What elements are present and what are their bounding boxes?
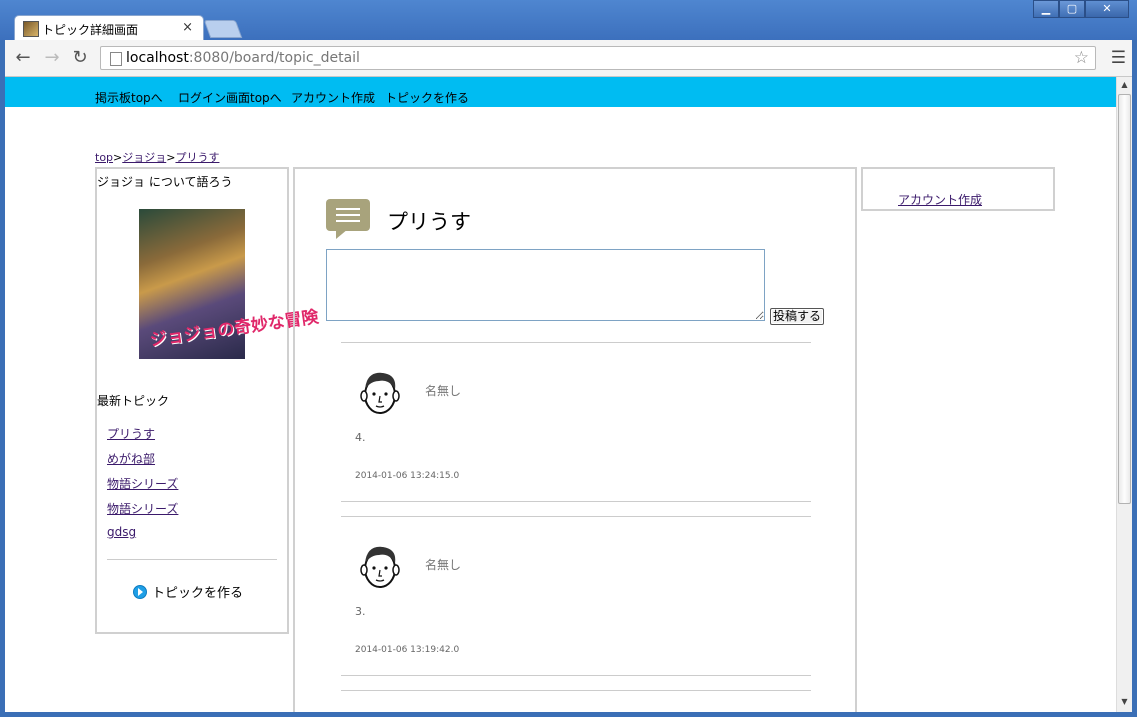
comment-item: 名無し 4. 2014-01-06 13:24:15.0 — [341, 342, 811, 502]
browser-toolbar: ← → ↻ localhost:8080/board/topic_detail … — [5, 40, 1132, 77]
nav-link-create-account[interactable]: アカウント作成 — [291, 89, 375, 106]
bookmark-star-icon[interactable]: ☆ — [1074, 48, 1089, 68]
menu-icon[interactable]: ☰ — [1111, 48, 1126, 68]
comment-body: 4. — [355, 431, 366, 444]
divider — [107, 559, 277, 560]
comment-body: 3. — [355, 605, 366, 618]
back-arrow-icon[interactable]: ← — [12, 47, 34, 69]
latest-topic-link[interactable]: めがね部 — [107, 452, 155, 466]
list-item: 物語シリーズ — [107, 500, 178, 525]
vertical-scrollbar[interactable]: ▲ ▼ — [1116, 77, 1132, 712]
scrollbar-thumb[interactable] — [1118, 94, 1131, 504]
tab-title: トピック詳細画面 — [42, 23, 139, 37]
left-sidebar: ジョジョ について語ろう ジョジョの奇妙な冒険 最新トピック プリうす めがね部… — [95, 167, 320, 634]
list-item: 物語シリーズ — [107, 475, 178, 500]
window-bottom-edge — [0, 712, 1137, 717]
comment-item — [341, 690, 811, 712]
site-nav-bar: 掲示板topへ ログイン画面topへ アカウント作成 トピックを作る — [5, 77, 1116, 107]
url-text: localhost:8080/board/topic_detail — [126, 50, 360, 66]
latest-topic-link[interactable]: gdsg — [107, 525, 136, 539]
url-path: :8080/board/topic_detail — [188, 50, 360, 66]
address-bar[interactable]: localhost:8080/board/topic_detail ☆ — [100, 46, 1096, 70]
browser-window: トピック詳細画面 × ▁ ▢ ✕ ← → ↻ localhost:8080/bo… — [0, 0, 1137, 717]
window-controls: ▁ ▢ ✕ — [1033, 0, 1129, 18]
breadcrumb-topic[interactable]: プリうす — [175, 151, 219, 164]
browser-tab[interactable]: トピック詳細画面 × — [14, 15, 204, 41]
scroll-down-icon[interactable]: ▼ — [1119, 697, 1130, 709]
right-sidebar: アカウント作成 — [861, 167, 1055, 211]
latest-topic-link[interactable]: プリうす — [107, 427, 155, 441]
latest-topic-link[interactable]: 物語シリーズ — [107, 502, 178, 516]
page-icon — [110, 52, 122, 66]
user-avatar-icon — [360, 546, 400, 588]
forward-arrow-icon[interactable]: → — [41, 47, 63, 69]
comment-author: 名無し — [425, 558, 462, 572]
comment-author: 名無し — [425, 384, 462, 398]
comment-input[interactable] — [326, 249, 765, 321]
list-item: めがね部 — [107, 450, 178, 475]
user-avatar-icon — [360, 372, 400, 414]
latest-topic-link[interactable]: 物語シリーズ — [107, 477, 178, 491]
post-button[interactable]: 投稿する — [770, 308, 825, 325]
latest-topics-heading: 最新トピック — [97, 394, 170, 408]
breadcrumb: top>ジョジョ>プリうす — [95, 149, 219, 165]
tab-strip: トピック詳細画面 × ▁ ▢ ✕ — [0, 0, 1137, 41]
speech-bubble-icon — [326, 199, 370, 239]
url-host: localhost — [126, 50, 189, 66]
topic-title: プリうす — [387, 210, 471, 234]
comment-datetime: 2014-01-06 13:24:15.0 — [355, 471, 460, 481]
minimize-icon[interactable]: ▁ — [1033, 0, 1059, 18]
nav-link-login-top[interactable]: ログイン画面topへ — [178, 89, 282, 106]
maximize-icon[interactable]: ▢ — [1059, 0, 1085, 18]
reload-icon[interactable]: ↻ — [69, 47, 91, 69]
create-account-link[interactable]: アカウント作成 — [898, 191, 982, 208]
breadcrumb-separator: > — [113, 151, 123, 164]
window-close-icon[interactable]: ✕ — [1085, 0, 1129, 18]
main-content: プリうす 投稿する 名無し 4. 2014-01-06 13:24:15.0 名… — [293, 167, 857, 712]
tab-close-icon[interactable]: × — [182, 20, 193, 35]
category-cover-image: ジョジョの奇妙な冒険 — [139, 209, 320, 359]
breadcrumb-category[interactable]: ジョジョ — [122, 151, 166, 164]
category-heading: ジョジョ について語ろう — [97, 175, 233, 189]
comment-datetime: 2014-01-06 13:19:42.0 — [355, 645, 460, 655]
latest-topics-list: プリうす めがね部 物語シリーズ 物語シリーズ gdsg — [107, 425, 178, 550]
favicon-icon — [23, 21, 39, 37]
new-tab-button[interactable] — [203, 20, 243, 38]
play-circle-icon — [133, 585, 147, 599]
create-topic-label: トピックを作る — [152, 586, 244, 601]
page-viewport: 掲示板topへ ログイン画面topへ アカウント作成 トピックを作る top>ジ… — [5, 77, 1116, 712]
list-item: プリうす — [107, 425, 178, 450]
comment-item: 名無し 3. 2014-01-06 13:19:42.0 — [341, 516, 811, 676]
nav-link-board-top[interactable]: 掲示板topへ — [95, 89, 163, 106]
nav-link-create-topic[interactable]: トピックを作る — [385, 89, 469, 106]
list-item: gdsg — [107, 525, 178, 550]
scroll-up-icon[interactable]: ▲ — [1119, 80, 1130, 92]
create-topic-button[interactable]: トピックを作る — [133, 582, 243, 601]
breadcrumb-top[interactable]: top — [95, 151, 113, 164]
